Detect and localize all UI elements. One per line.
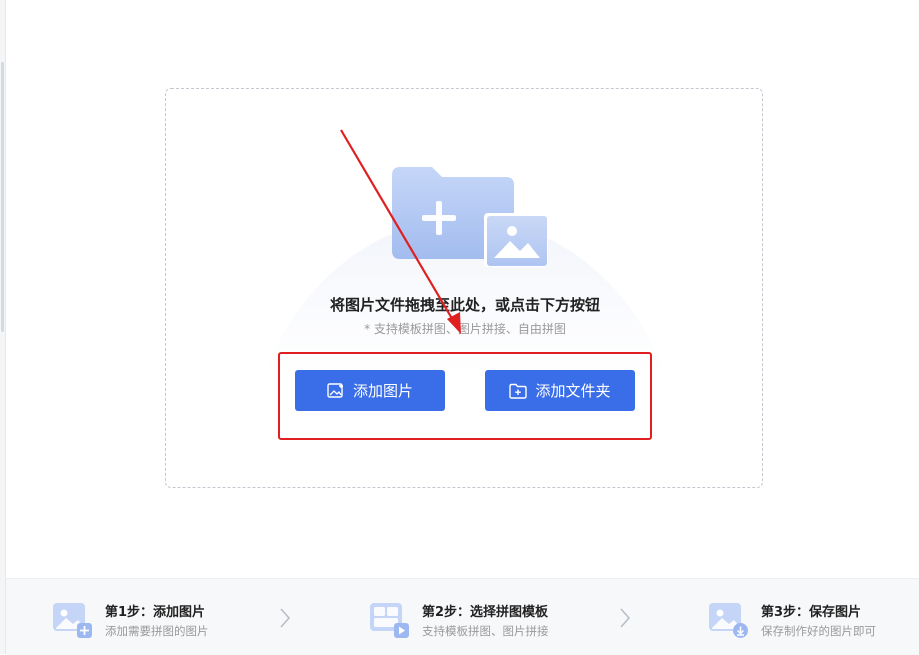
add-image-label: 添加图片: [352, 382, 413, 400]
add-folder-button[interactable]: 添加文件夹: [485, 370, 635, 411]
step-3-desc: 保存制作好的图片即可: [761, 624, 876, 638]
add-folder-label: 添加文件夹: [535, 382, 611, 400]
step-1-desc: 添加需要拼图的图片: [105, 624, 209, 638]
step-1-title: 第1步：添加图片: [105, 605, 206, 620]
drop-zone-subtitle: * 支持模板拼图、图片拼接、自由拼图: [364, 322, 566, 336]
step-3-title: 第3步：保存图片: [761, 605, 862, 620]
folder-add-icon: [509, 383, 528, 399]
template-select-icon: [370, 603, 409, 638]
add-image-button[interactable]: 添加图片: [295, 370, 445, 411]
scrollbar[interactable]: [1, 62, 4, 332]
steps-bar: 第1步：添加图片 添加需要拼图的图片 第2步：选择拼图模板 支持模板拼图、图片拼…: [6, 578, 919, 655]
chevron-right-icon: [620, 608, 631, 628]
image-save-icon: [709, 603, 748, 638]
folder-image-illustration-icon: [392, 167, 548, 267]
image-add-icon: [327, 382, 343, 398]
image-add-icon: [53, 603, 92, 638]
step-2-title: 第2步：选择拼图模板: [422, 605, 549, 620]
chevron-right-icon: [280, 608, 291, 628]
drop-zone-title: 将图片文件拖拽至此处，或点击下方按钮: [329, 296, 600, 314]
step-2-desc: 支持模板拼图、图片拼接: [422, 624, 549, 638]
